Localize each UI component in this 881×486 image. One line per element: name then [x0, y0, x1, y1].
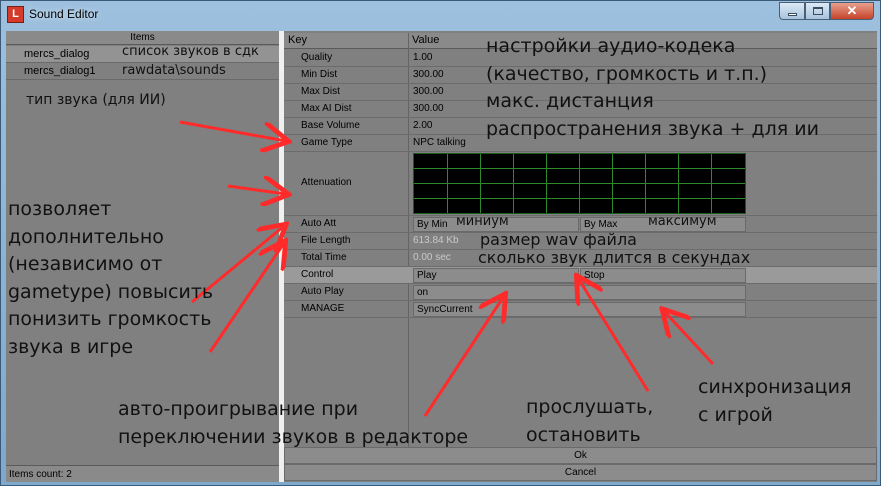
graph-gridline: [678, 154, 679, 213]
annotation-line: (качество, громкость и т.п.): [486, 62, 768, 85]
items-count: Items count: 2: [6, 465, 279, 482]
row-key: File Length: [301, 235, 351, 246]
row-key: Auto Att: [301, 218, 337, 229]
annotation-codec: настройки аудио-кодека (качество, громко…: [486, 33, 819, 143]
annotation-sync: синхронизация с игрой: [698, 374, 851, 429]
annotation-line: переключении звуков в редакторе: [118, 425, 469, 448]
annotation-line: с игрой: [698, 403, 773, 426]
graph-gridline: [546, 154, 547, 213]
auto-play-toggle[interactable]: on: [413, 285, 746, 300]
stop-button[interactable]: Stop: [580, 268, 746, 283]
row-manage: MANAGE SyncCurrent: [284, 301, 877, 318]
row-key: Quality: [301, 52, 333, 63]
row-value: 613.84 Kb: [413, 235, 459, 246]
key-column-header[interactable]: Key: [288, 34, 307, 46]
row-key: Base Volume: [301, 120, 360, 131]
row-control: Control Play Stop: [284, 267, 877, 284]
annotation-line: звука в игре: [8, 335, 134, 358]
minimize-icon: [787, 12, 797, 16]
row-key: Total Time: [301, 252, 347, 263]
row-value[interactable]: NPC talking: [413, 137, 466, 148]
row-value[interactable]: 300.00: [413, 103, 444, 114]
close-icon: ✕: [846, 3, 858, 18]
row-key: Control: [301, 269, 334, 280]
row-value: 0.00 sec: [413, 252, 451, 263]
annotation-boost: позволяет дополнительно (независимо от g…: [8, 196, 213, 361]
annotation-list-note: список звуков в сдк: [122, 44, 259, 59]
annotation-duration: сколько звук длится в секундах: [478, 248, 751, 267]
annotation-line: остановить: [526, 423, 641, 446]
annotation-listen: прослушать, остановить: [526, 394, 653, 449]
cancel-button[interactable]: Cancel: [284, 464, 877, 481]
annotation-line: синхронизация: [698, 376, 852, 398]
row-value[interactable]: 300.00: [413, 86, 444, 97]
sync-current-button[interactable]: SyncCurrent: [413, 302, 746, 317]
annotation-sound-type: тип звука (для ИИ): [26, 92, 166, 108]
app-icon: L: [7, 6, 24, 23]
play-button[interactable]: Play: [413, 268, 579, 283]
annotation-list-note: rawdata\sounds: [122, 63, 226, 78]
row-key: Min Dist: [301, 69, 338, 80]
row-value[interactable]: 2.00: [413, 120, 432, 131]
graph-gridline: [447, 154, 448, 213]
close-button[interactable]: ✕: [830, 2, 874, 20]
title-bar[interactable]: L Sound Editor ✕: [1, 1, 880, 29]
attenuation-graph[interactable]: [413, 153, 746, 214]
row-key: Max AI Dist: [301, 103, 352, 114]
annotation-line: gametype) повысить: [8, 280, 214, 303]
annotation-line: дополнительно: [8, 225, 164, 248]
items-header[interactable]: Items: [6, 31, 279, 45]
window-title: Sound Editor: [29, 7, 99, 21]
annotation-line: авто-проигрывание при: [118, 398, 359, 420]
row-value[interactable]: 1.00: [413, 52, 432, 63]
value-column-header[interactable]: Value: [412, 34, 439, 46]
row-value[interactable]: 300.00: [413, 69, 444, 80]
row-key: Game Type: [301, 137, 353, 148]
graph-gridline: [579, 154, 580, 213]
annotation-line: прослушать,: [526, 396, 654, 418]
list-item-label: mercs_dialog: [24, 48, 90, 60]
graph-gridline: [513, 154, 514, 213]
row-auto-play: Auto Play on: [284, 284, 877, 301]
row-key: MANAGE: [301, 303, 345, 314]
graph-gridline: [612, 154, 613, 213]
graph-gridline: [711, 154, 712, 213]
list-item-label: mercs_dialog1: [24, 65, 96, 77]
row-key: Auto Play: [301, 286, 344, 297]
annotation-by-max: максимум: [648, 214, 717, 229]
maximize-icon: [812, 7, 823, 15]
row-key: Attenuation: [301, 177, 352, 188]
annotation-by-min: миниум: [456, 214, 509, 229]
annotation-autoplay: авто-проигрывание при переключении звуко…: [118, 396, 468, 451]
graph-gridline: [480, 154, 481, 213]
row-key: Max Dist: [301, 86, 340, 97]
minimize-button[interactable]: [779, 2, 805, 20]
window-controls: ✕: [779, 2, 874, 21]
annotation-wav-size: размер wav файла: [480, 230, 637, 249]
annotation-line: распространения звука + для ии: [486, 117, 819, 140]
annotation-line: макс. дистанция: [486, 90, 654, 113]
graph-gridline: [645, 154, 646, 213]
annotation-line: понизить громкость: [8, 308, 212, 331]
annotation-line: настройки аудио-кодека: [486, 35, 736, 57]
annotation-line: (независимо от: [8, 253, 163, 276]
annotation-line: позволяет: [8, 198, 112, 220]
maximize-button[interactable]: [805, 2, 830, 20]
